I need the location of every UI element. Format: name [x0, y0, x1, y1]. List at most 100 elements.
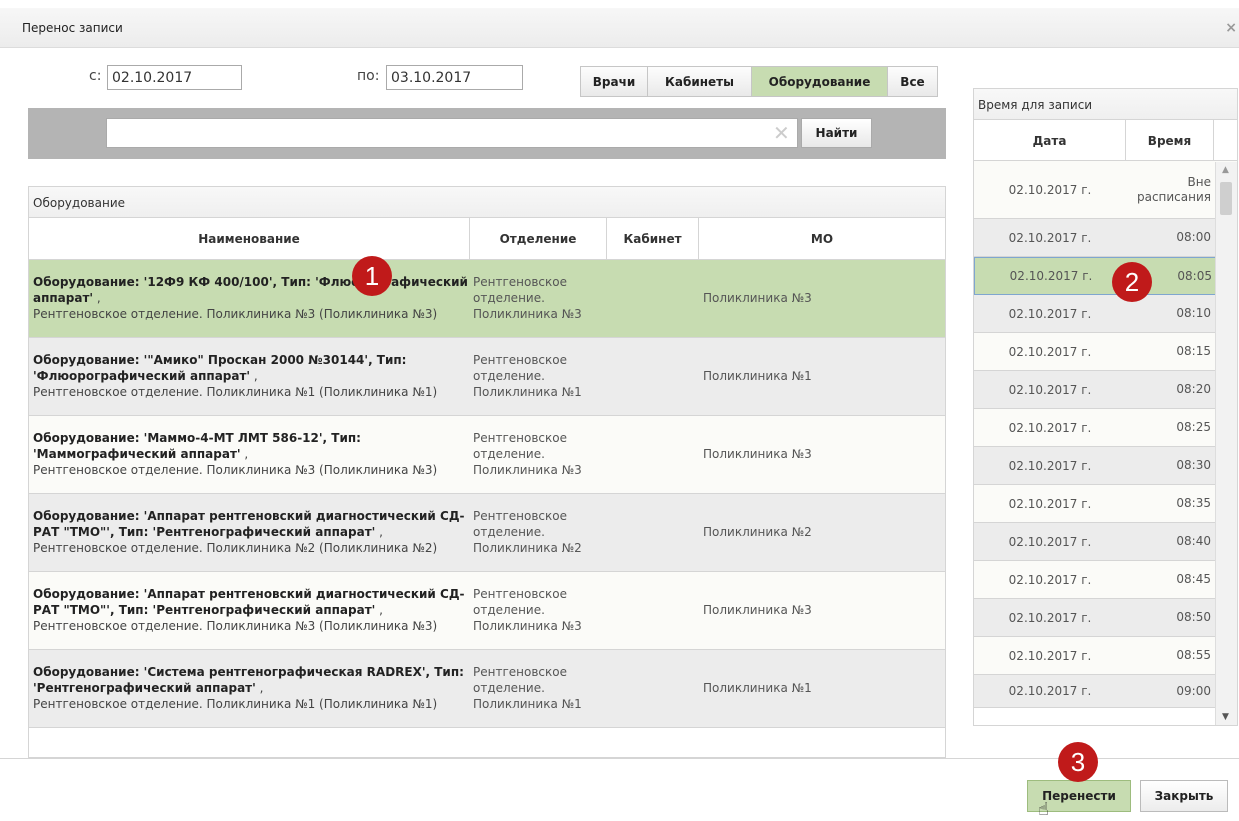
slot-date: 02.10.2017 г. — [1008, 306, 1092, 321]
dialog-titlebar: Перенос записи × — [0, 8, 1239, 48]
slot-time: 08:40 — [1176, 534, 1211, 548]
equipment-name-cell: Оборудование: 'Аппарат рентгеновский диа… — [33, 509, 465, 555]
slot-date: 02.10.2017 г. — [1008, 458, 1092, 473]
hand-cursor-icon: ☝ — [1038, 799, 1049, 820]
slot-date: 02.10.2017 г. — [1008, 610, 1092, 625]
time-slot-list: 02.10.2017 г. Вне расписания 02.10.2017 г… — [974, 161, 1237, 708]
department-cell: Рентгеновское отделение. Поликлиника №3 — [473, 431, 582, 477]
table-row[interactable]: Оборудование: 'Аппарат рентгеновский диа… — [29, 494, 945, 572]
time-slot-row[interactable]: 02.10.2017 г. Вне расписания — [974, 161, 1237, 219]
time-slots-title: Время для записи — [974, 89, 1237, 120]
search-bar: ✕ Найти — [28, 108, 946, 159]
tab-cabinets[interactable]: Кабинеты — [647, 66, 752, 97]
time-slot-row[interactable]: 02.10.2017 г. 08:05 — [974, 257, 1237, 295]
equipment-name-cell: Оборудование: '12Ф9 КФ 400/100', Тип: 'Ф… — [33, 275, 468, 321]
close-icon[interactable]: × — [1225, 20, 1237, 36]
step-badge-2: 2 — [1112, 262, 1152, 302]
time-table-header: Дата Время — [974, 120, 1237, 161]
slot-time: 09:00 — [1176, 683, 1211, 698]
equipment-subtitle: Рентгеновское отделение. Поликлиника №1 … — [33, 697, 438, 711]
equipment-title: Оборудование: 'Маммо-4-МТ ЛМТ 586-12', Т… — [33, 431, 361, 461]
equipment-subtitle: Рентгеновское отделение. Поликлиника №1 … — [33, 385, 438, 399]
time-slot-row[interactable]: 02.10.2017 г. 08:45 — [974, 561, 1237, 599]
mo-cell: Поликлиника №3 — [703, 291, 812, 305]
table-row[interactable]: Оборудование: 'Маммо-4-МТ ЛМТ 586-12', Т… — [29, 416, 945, 494]
col-department[interactable]: Отделение — [470, 218, 607, 260]
slot-date: 02.10.2017 г. — [1008, 684, 1092, 698]
time-slot-row[interactable]: 02.10.2017 г. 08:10 — [974, 295, 1237, 333]
table-row[interactable]: Оборудование: '12Ф9 КФ 400/100', Тип: 'Ф… — [29, 260, 945, 338]
mo-cell: Поликлиника №2 — [703, 525, 812, 539]
slot-time: 08:30 — [1176, 458, 1211, 472]
time-slot-row[interactable]: 02.10.2017 г. 09:00 — [974, 675, 1237, 708]
time-slot-row[interactable]: 02.10.2017 г. 08:25 — [974, 409, 1237, 447]
col-time[interactable]: Время — [1126, 120, 1214, 161]
equipment-title: Оборудование: 'Аппарат рентгеновский диа… — [33, 587, 465, 617]
equipment-subtitle: Рентгеновское отделение. Поликлиника №2 … — [33, 541, 438, 555]
time-slot-row[interactable]: 02.10.2017 г. 08:30 — [974, 447, 1237, 485]
slot-time: 08:55 — [1176, 648, 1211, 662]
equipment-title: Оборудование: '12Ф9 КФ 400/100', Тип: 'Ф… — [33, 275, 468, 305]
find-button[interactable]: Найти — [801, 118, 872, 148]
col-date[interactable]: Дата — [974, 120, 1126, 161]
clear-search-icon[interactable]: ✕ — [773, 121, 790, 145]
search-input[interactable] — [106, 118, 798, 148]
slot-date: 02.10.2017 г. — [1008, 496, 1092, 511]
slot-date: 02.10.2017 г. — [1008, 182, 1092, 197]
department-cell: Рентгеновское отделение. Поликлиника №3 — [473, 275, 582, 321]
date-from-input[interactable] — [107, 65, 242, 90]
resource-type-tabs: Врачи Кабинеты Оборудование Все — [580, 66, 938, 97]
time-slots-scrollbar[interactable]: ▲ ▼ — [1215, 162, 1237, 725]
col-cabinet[interactable]: Кабинет — [607, 218, 699, 260]
equipment-panel: Оборудование Наименование Отделение Каби… — [28, 186, 946, 758]
equipment-subtitle: Рентгеновское отделение. Поликлиника №3 … — [33, 619, 438, 633]
mo-cell: Поликлиника №3 — [703, 447, 812, 461]
time-slot-row[interactable]: 02.10.2017 г. 08:40 — [974, 523, 1237, 561]
table-row[interactable]: Оборудование: 'Система рентгенографическ… — [29, 650, 945, 728]
time-slot-row[interactable]: 02.10.2017 г. 08:55 — [974, 637, 1237, 675]
slot-time: 08:15 — [1176, 344, 1211, 358]
step-badge-1: 1 — [352, 256, 392, 296]
tab-doctors[interactable]: Врачи — [580, 66, 648, 97]
equipment-panel-title: Оборудование — [29, 187, 945, 218]
slot-date: 02.10.2017 г. — [1008, 648, 1092, 663]
date-from-label: с: — [89, 68, 102, 84]
tab-equipment[interactable]: Оборудование — [751, 66, 888, 97]
equipment-name-cell: Оборудование: '"Амико" Проскан 2000 №301… — [33, 353, 438, 399]
slot-date: 02.10.2017 г. — [1008, 572, 1092, 587]
table-row[interactable]: Оборудование: 'Аппарат рентгеновский диа… — [29, 572, 945, 650]
date-to-input[interactable] — [386, 65, 523, 90]
time-slots-panel: Время для записи Дата Время 02.10.2017 г… — [973, 88, 1238, 726]
equipment-subtitle: Рентгеновское отделение. Поликлиника №3 … — [33, 307, 438, 321]
col-mo[interactable]: МО — [699, 218, 945, 260]
slot-time: 08:25 — [1176, 420, 1211, 434]
equipment-subtitle: Рентгеновское отделение. Поликлиника №3 … — [33, 463, 438, 477]
mo-cell: Поликлиника №1 — [703, 681, 812, 695]
slot-time: 08:45 — [1176, 572, 1211, 586]
department-cell: Рентгеновское отделение. Поликлиника №3 — [473, 587, 582, 633]
slot-date: 02.10.2017 г. — [1008, 420, 1092, 435]
tab-all[interactable]: Все — [887, 66, 938, 97]
step-badge-3: 3 — [1058, 742, 1098, 782]
scroll-down-icon[interactable]: ▼ — [1222, 712, 1229, 722]
mo-cell: Поликлиника №1 — [703, 369, 812, 383]
slot-time: Вне расписания — [1136, 174, 1211, 204]
equipment-title: Оборудование: 'Аппарат рентгеновский диа… — [33, 509, 465, 539]
time-slot-row[interactable]: 02.10.2017 г. 08:50 — [974, 599, 1237, 637]
table-row[interactable]: Оборудование: '"Амико" Проскан 2000 №301… — [29, 338, 945, 416]
time-slot-row[interactable]: 02.10.2017 г. 08:35 — [974, 485, 1237, 523]
equipment-name-cell: Оборудование: 'Система рентгенографическ… — [33, 665, 464, 711]
scroll-thumb[interactable] — [1220, 182, 1232, 215]
time-slot-row[interactable]: 02.10.2017 г. 08:15 — [974, 333, 1237, 371]
scroll-up-icon[interactable]: ▲ — [1222, 165, 1229, 175]
slot-date: 02.10.2017 г. — [1008, 344, 1092, 359]
equipment-title: Оборудование: '"Амико" Проскан 2000 №301… — [33, 353, 407, 383]
slot-time: 08:00 — [1176, 230, 1211, 244]
col-name[interactable]: Наименование — [29, 218, 470, 260]
equipment-title: Оборудование: 'Система рентгенографическ… — [33, 665, 464, 695]
slot-date: 02.10.2017 г. — [1008, 534, 1092, 549]
close-button[interactable]: Закрыть — [1140, 780, 1228, 812]
time-slot-row[interactable]: 02.10.2017 г. 08:20 — [974, 371, 1237, 409]
date-to-label: по: — [357, 68, 380, 84]
time-slot-row[interactable]: 02.10.2017 г. 08:00 — [974, 219, 1237, 257]
